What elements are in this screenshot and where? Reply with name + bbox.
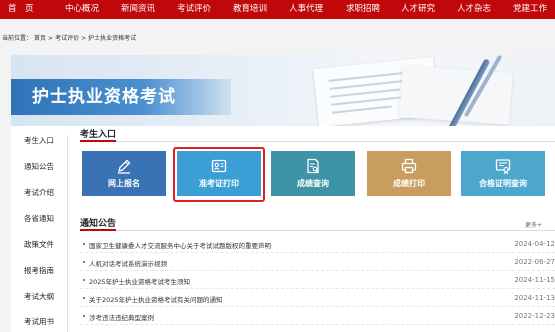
notices-divider (80, 230, 555, 231)
notice-item[interactable]: 涉考违法违纪典型案例 2022-12-23 (80, 308, 555, 325)
card-label: 网上报名 (108, 179, 140, 188)
notice-item[interactable]: 关于2025年护士执业资格考试有关问题的通知 2024-11-13 (80, 290, 555, 307)
sidebar-item-syllabus[interactable]: 考试大纲 (11, 291, 67, 302)
notice-title[interactable]: 2025年护士执业资格考试考生须知 (89, 276, 190, 286)
breadcrumb-prefix: 当前位置： (2, 35, 33, 42)
notice-item[interactable]: 2025年护士执业资格考试考生须知 2024-11-15 (80, 272, 555, 289)
notice-date: 2024-11-13 (514, 294, 555, 302)
sidebar: 考生入口 通知公告 考试介绍 各省通知 政策文件 报考指南 考试大纲 考试用书 (11, 126, 67, 332)
card-label: 合格证明查询 (479, 179, 527, 188)
main-content: 护士执业资格考试 考生入口 通知公告 考试介绍 各省通知 政策文件 报考指南 考… (11, 55, 555, 332)
sidebar-item-notices[interactable]: 通知公告 (11, 161, 67, 172)
notice-date: 2024-04-12 (514, 240, 555, 248)
printer-icon (401, 158, 417, 174)
document-search-icon (307, 158, 319, 174)
notices-title-accent (80, 229, 116, 231)
banner-title: 护士执业资格考试 (32, 87, 176, 107)
pen-icon (118, 159, 131, 174)
nav-item-training[interactable]: 教育培训 (233, 0, 267, 19)
nav-item-research[interactable]: 人才研究 (401, 0, 435, 19)
entry-section-title: 考生入口 (80, 130, 117, 140)
sidebar-item-books[interactable]: 考试用书 (11, 316, 67, 327)
nav-item-exams[interactable]: 考试评价 (177, 0, 211, 19)
entry-title-accent (80, 140, 116, 142)
top-nav: 首 页 中心概况 新闻资讯 考试评价 教育培训 人事代理 求职招聘 人才研究 人… (0, 0, 555, 19)
certificate-query-button[interactable]: 合格证明查询 (461, 151, 545, 196)
sidebar-item-candidate-entry[interactable]: 考生入口 (11, 135, 67, 146)
nav-item-home[interactable]: 首 页 (8, 0, 34, 19)
breadcrumb-current: 护士执业资格考试 (88, 35, 137, 42)
breadcrumb-home-link[interactable]: 首页 (34, 35, 46, 42)
more-link[interactable]: 更多+ (525, 220, 542, 229)
online-registration-button[interactable]: 网上报名 (82, 151, 166, 196)
notice-title[interactable]: 国家卫生健康委人才交流服务中心关于考试试题版权的重要声明 (89, 240, 271, 250)
breadcrumb-separator: > (81, 35, 87, 42)
notices-section-title: 通知公告 (80, 219, 117, 229)
score-query-button[interactable]: 成绩查询 (271, 151, 355, 196)
notice-title[interactable]: 涉考违法违纪典型案例 (89, 312, 154, 322)
score-print-button[interactable]: 成绩打印 (367, 151, 451, 196)
bullet-icon (83, 315, 85, 317)
nav-item-magazine[interactable]: 人才杂志 (457, 0, 491, 19)
bullet-icon (83, 279, 85, 281)
nav-item-hr-agency[interactable]: 人事代理 (289, 0, 323, 19)
entry-divider (80, 141, 555, 142)
sidebar-item-exam-intro[interactable]: 考试介绍 (11, 187, 67, 198)
nav-item-jobs[interactable]: 求职招聘 (346, 0, 380, 19)
breadcrumb-exams-link[interactable]: 考试评价 (55, 35, 79, 42)
breadcrumb: 当前位置： 首页 > 考试评价 > 护士执业资格考试 (2, 33, 138, 42)
certificate-icon (495, 159, 511, 174)
card-label: 成绩打印 (393, 179, 425, 188)
bullet-icon (83, 261, 85, 263)
sidebar-item-province-notices[interactable]: 各省通知 (11, 213, 67, 224)
sidebar-item-policy[interactable]: 政策文件 (11, 239, 67, 250)
sidebar-item-guide[interactable]: 报考指南 (11, 265, 67, 276)
notice-item[interactable]: 人机对话考试系统演示视频 2022-06-27 (80, 254, 555, 271)
card-label: 成绩查询 (297, 179, 329, 188)
nav-item-about[interactable]: 中心概况 (65, 0, 99, 19)
notice-item[interactable]: 国家卫生健康委人才交流服务中心关于考试试题版权的重要声明 2024-04-12 (80, 236, 555, 253)
notice-date: 2022-06-27 (514, 258, 555, 266)
notice-title[interactable]: 关于2025年护士执业资格考试有关问题的通知 (89, 294, 223, 304)
notice-date: 2024-11-15 (514, 276, 555, 284)
nav-item-party[interactable]: 党建工作 (513, 0, 547, 19)
bullet-icon (83, 243, 85, 245)
bullet-icon (83, 297, 85, 299)
notice-title[interactable]: 人机对话考试系统演示视频 (89, 258, 167, 268)
breadcrumb-separator: > (48, 35, 54, 42)
banner: 护士执业资格考试 (11, 55, 555, 126)
sidebar-divider (67, 135, 68, 332)
nav-item-news[interactable]: 新闻资讯 (121, 0, 155, 19)
notice-date: 2022-12-23 (514, 312, 555, 320)
highlight-box (173, 147, 265, 202)
